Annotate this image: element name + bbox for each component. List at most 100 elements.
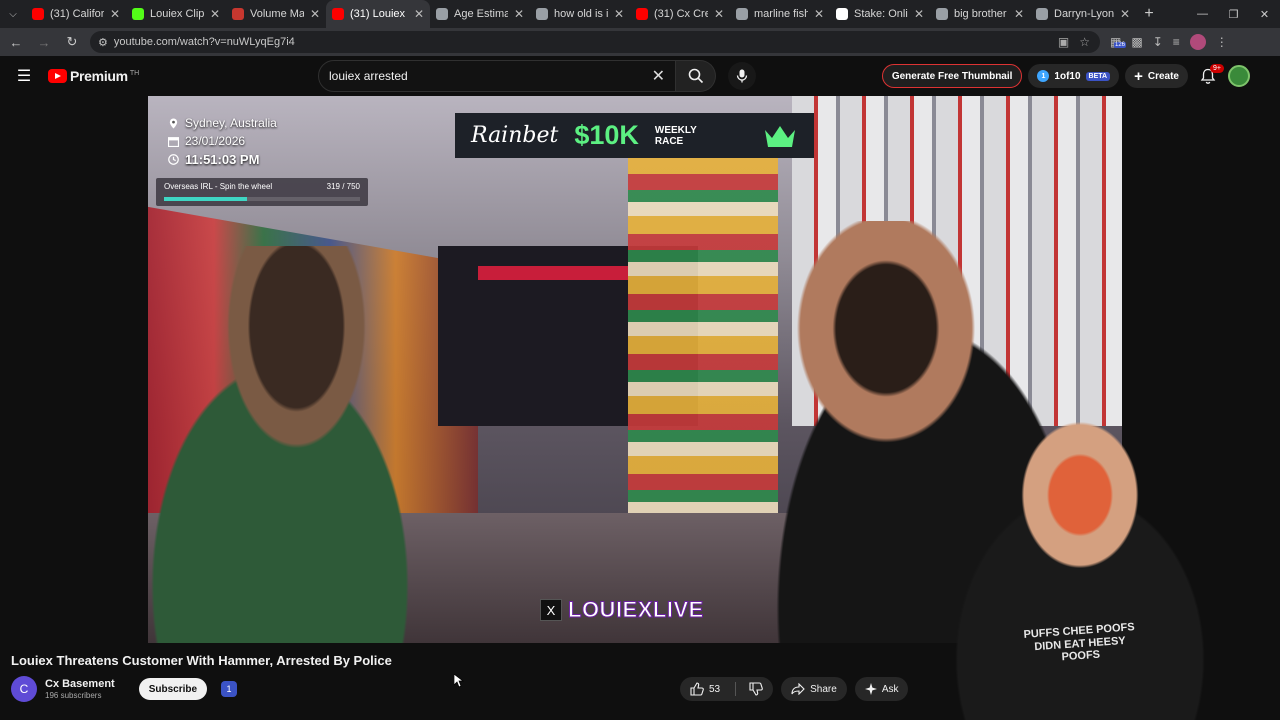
close-tab-icon[interactable]: ✕ — [614, 7, 624, 21]
search-icon — [688, 68, 703, 84]
like-count: 53 — [709, 683, 721, 695]
browser-tab[interactable]: (31) Louiex ✕ — [326, 0, 430, 28]
close-tab-icon[interactable]: ✕ — [814, 7, 824, 21]
browser-tab[interactable]: Age Estimation ✕ — [430, 0, 530, 28]
tab-favicon-icon — [132, 8, 144, 20]
close-tab-icon[interactable]: ✕ — [110, 7, 120, 21]
forward-icon[interactable]: → — [32, 30, 56, 54]
close-tab-icon[interactable]: ✕ — [414, 7, 424, 21]
close-window-icon[interactable]: ✕ — [1249, 0, 1280, 28]
browser-tab[interactable]: Louiex Clips - Vi ✕ — [126, 0, 226, 28]
extension-icon[interactable]: ▦126 — [1110, 35, 1127, 49]
beta-badge: BETA — [1085, 71, 1111, 81]
youtube-premium-logo[interactable]: Premium TH — [48, 68, 139, 84]
stream-goal-overlay: Overseas IRL - Spin the wheel 319 / 750 — [156, 178, 368, 206]
tab-title: how old is ice j — [554, 8, 608, 20]
ask-button[interactable]: Ask — [854, 677, 909, 701]
browser-tab[interactable]: Stake: Onli ✕ — [830, 0, 930, 28]
video-title: Louiex Threatens Customer With Hammer, A… — [11, 653, 392, 668]
tab-favicon-icon — [536, 8, 548, 20]
channel-name[interactable]: Cx Basement — [45, 678, 115, 690]
share-icon — [791, 683, 805, 695]
thumbs-down-icon[interactable] — [749, 682, 763, 696]
close-tab-icon[interactable]: ✕ — [210, 7, 220, 21]
profile-avatar[interactable] — [1189, 34, 1206, 50]
tab-title: (31) California — [50, 8, 104, 20]
tab-title: marline fish - C — [754, 8, 808, 20]
browser-menu-icon[interactable]: ⋮ — [1216, 35, 1228, 49]
site-info-icon[interactable]: ⚙ — [98, 36, 108, 49]
minimize-icon[interactable]: — — [1187, 0, 1218, 28]
tab-favicon-icon — [32, 8, 44, 20]
channel-avatar[interactable]: C — [11, 676, 37, 702]
generate-thumbnail-button[interactable]: Generate Free Thumbnail — [881, 64, 1023, 88]
like-button[interactable]: 53 — [680, 677, 774, 701]
close-tab-icon[interactable]: ✕ — [514, 7, 524, 21]
notification-count-badge: 9+ — [1210, 63, 1224, 73]
streamer-handle: LOUIEXLIVE — [568, 597, 704, 623]
close-tab-icon[interactable]: ✕ — [310, 7, 320, 21]
ad-line-race: RACE — [654, 135, 684, 147]
tab-favicon-icon — [836, 8, 848, 20]
close-tab-icon[interactable]: ✕ — [914, 7, 924, 21]
tab-favicon-icon — [936, 8, 948, 20]
sparkle-icon — [864, 683, 877, 695]
create-button[interactable]: + Create — [1125, 64, 1188, 88]
clear-search-icon[interactable]: ✕ — [652, 66, 665, 86]
x-handle-overlay: X LOUIEXLIVE — [540, 596, 704, 624]
close-tab-icon[interactable]: ✕ — [1014, 7, 1024, 21]
reload-icon[interactable]: ↻ — [60, 30, 84, 54]
browser-tab[interactable]: marline fish - C ✕ — [730, 0, 830, 28]
tab-favicon-icon — [436, 8, 448, 20]
share-button[interactable]: Share — [781, 677, 847, 701]
youtube-play-icon — [48, 69, 67, 83]
bookmark-star-icon[interactable]: ☆ — [1079, 35, 1090, 49]
stream-info-overlay: Sydney, Australia 23/01/2026 11:51:03 PM — [168, 116, 277, 171]
puzzle-icon[interactable]: ▩ — [1131, 35, 1142, 49]
voice-search-button[interactable] — [728, 62, 756, 90]
create-label: Create — [1147, 70, 1179, 82]
youtube-masthead: ☰ Premium TH louiex arrested ✕ Generate … — [0, 56, 1280, 96]
search-input[interactable]: louiex arrested ✕ — [318, 60, 676, 92]
back-icon[interactable]: ← — [4, 30, 28, 54]
menu-icon[interactable]: ☰ — [0, 66, 48, 86]
like-divider — [735, 682, 737, 696]
stream-time: 11:51:03 PM — [185, 152, 260, 167]
tab-favicon-icon — [232, 8, 244, 20]
window-controls: — ❐ ✕ — [1187, 0, 1280, 28]
account-avatar[interactable] — [1228, 65, 1250, 87]
browser-tab[interactable]: how old is ice j ✕ — [530, 0, 630, 28]
subscribe-button[interactable]: Subscribe — [138, 678, 208, 700]
tab-favicon-icon — [736, 8, 748, 20]
download-icon[interactable]: ↧ — [1153, 35, 1163, 49]
one-of-ten-label: 1of10 — [1054, 70, 1081, 82]
tab-title: Darryn-Lyons- — [1054, 8, 1114, 20]
browser-tab[interactable]: (31) California ✕ — [26, 0, 126, 28]
clock-icon — [168, 154, 179, 165]
browser-tab[interactable]: (31) Cx Crew V ✕ — [630, 0, 730, 28]
x-logo-icon: X — [540, 599, 562, 621]
one-of-ten-channel-badge[interactable]: 1 — [221, 681, 238, 697]
channel-row: C Cx Basement 196 subscribers Subscribe … — [11, 676, 238, 702]
tab-favicon-icon — [636, 8, 648, 20]
extensions-area: ▦126 ▩ ↧ ≡ ⋮ — [1110, 34, 1228, 50]
url-input[interactable]: ⚙ youtube.com/watch?v=nuWLyqEg7i4 ▣ ☆ — [90, 31, 1100, 53]
restore-icon[interactable]: ❐ — [1218, 0, 1249, 28]
tab-title: (31) Louiex — [350, 8, 406, 20]
close-tab-icon[interactable]: ✕ — [1120, 7, 1130, 21]
new-tab-button[interactable]: + — [1136, 5, 1162, 23]
browser-tab[interactable]: Darryn-Lyons- ✕ — [1030, 0, 1136, 28]
one-of-ten-button[interactable]: 1 1of10 BETA — [1028, 64, 1120, 88]
browser-tab[interactable]: big brother lip ✕ — [930, 0, 1030, 28]
tab-search-chevron-icon[interactable]: ⌵ — [0, 0, 26, 28]
notifications-button[interactable]: 9+ — [1194, 63, 1224, 85]
video-actions: 53 Share Ask — [680, 677, 909, 701]
browser-tab[interactable]: Volume Master ✕ — [226, 0, 326, 28]
tab-title: Louiex Clips - Vi — [150, 8, 204, 20]
ad-weekly-race: WEEKLY RACE — [655, 125, 697, 147]
calendar-icon — [168, 136, 179, 147]
install-app-icon[interactable]: ▣ — [1058, 35, 1069, 49]
close-tab-icon[interactable]: ✕ — [714, 7, 724, 21]
media-icon[interactable]: ≡ — [1173, 35, 1180, 49]
search-button[interactable] — [676, 60, 716, 92]
